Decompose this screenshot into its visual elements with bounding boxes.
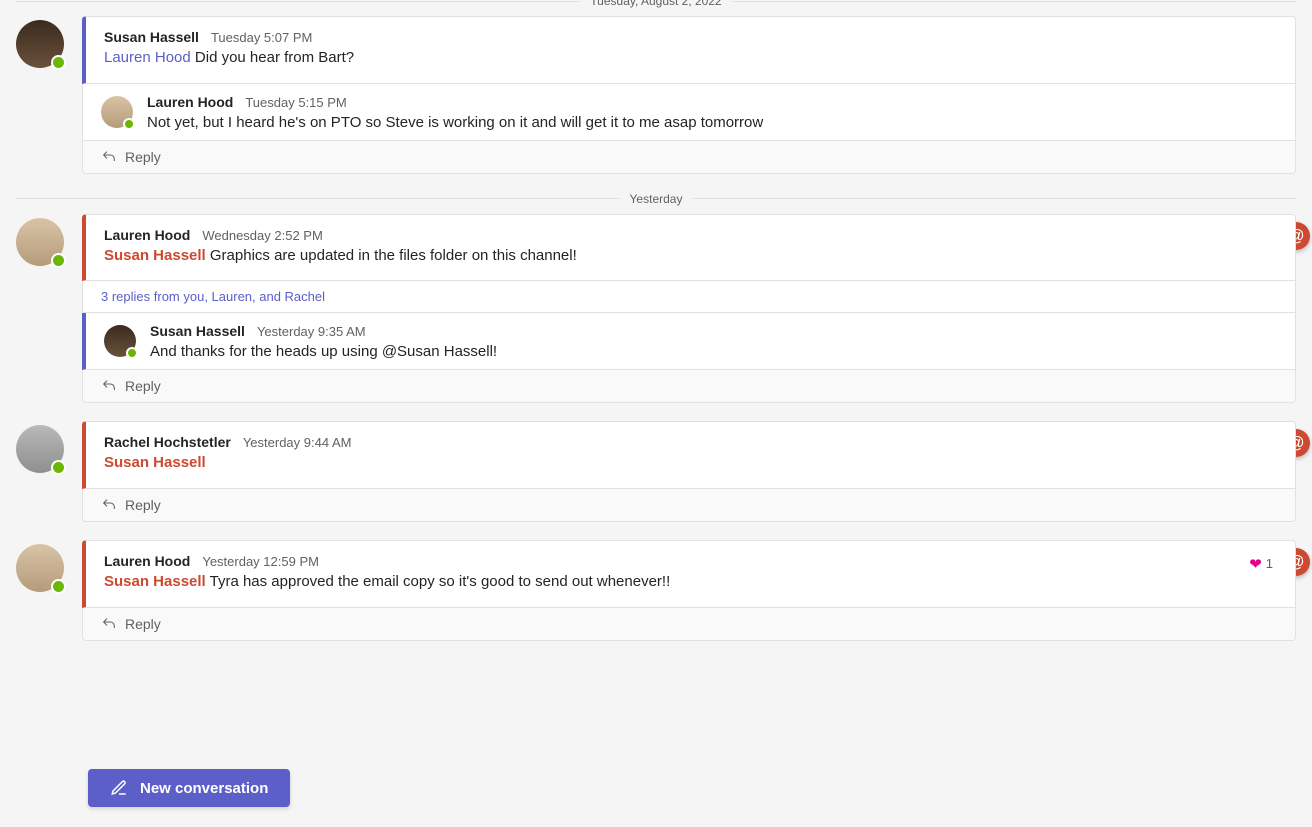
reply-icon [101,616,117,632]
reply-label: Reply [125,497,161,513]
message-feed: Tuesday, August 2, 2022 Susan Hassell Tu… [0,0,1312,759]
avatar[interactable] [104,325,136,357]
avatar[interactable] [16,218,64,266]
thread-body: @ Lauren Hood Wednesday 2:52 PM Susan Ha… [82,214,1296,404]
timestamp: Tuesday 5:07 PM [211,30,312,45]
thread: Susan Hassell Tuesday 5:07 PM Lauren Hoo… [16,16,1296,174]
thread: @ ❤ 1 Lauren Hood Yesterday 12:59 PM Sus… [16,540,1296,641]
timestamp: Yesterday 9:44 AM [243,435,352,450]
message-text: And thanks for the heads up using @Susan… [150,341,1277,363]
message-header: Rachel Hochstetler Yesterday 9:44 AM [104,434,1277,450]
thread-body: @ Rachel Hochstetler Yesterday 9:44 AM S… [82,421,1296,522]
reply-button[interactable]: Reply [82,141,1296,174]
message-body: Tyra has approved the email copy so it's… [206,573,671,590]
timestamp: Wednesday 2:52 PM [202,228,322,243]
message[interactable]: ❤ 1 Lauren Hood Yesterday 12:59 PM Susan… [82,540,1296,608]
reaction-count: 1 [1266,556,1273,571]
reply-icon [101,497,117,513]
message-body: Did you hear from Bart? [191,49,354,66]
message-header: Susan Hassell Tuesday 5:07 PM [104,29,1277,45]
compose-icon [110,779,128,797]
divider [16,1,580,2]
thread-body: Susan Hassell Tuesday 5:07 PM Lauren Hoo… [82,16,1296,174]
avatar[interactable] [101,96,133,128]
avatar[interactable] [16,544,64,592]
divider [692,198,1296,199]
thread: @ Rachel Hochstetler Yesterday 9:44 AM S… [16,421,1296,522]
message[interactable]: Rachel Hochstetler Yesterday 9:44 AM Sus… [82,421,1296,489]
message[interactable]: Lauren Hood Wednesday 2:52 PM Susan Hass… [82,214,1296,282]
author-name: Susan Hassell [104,29,199,45]
message-header: Susan Hassell Yesterday 9:35 AM [150,323,1277,339]
avatar[interactable] [16,425,64,473]
thread-body: @ ❤ 1 Lauren Hood Yesterday 12:59 PM Sus… [82,540,1296,641]
author-name: Lauren Hood [104,227,190,243]
presence-available-icon [123,118,135,130]
author-name: Susan Hassell [150,323,245,339]
mention[interactable]: Susan Hassell [104,454,206,471]
message-header: Lauren Hood Wednesday 2:52 PM [104,227,1277,243]
timestamp: Tuesday 5:15 PM [245,95,346,110]
nested-reply[interactable]: Susan Hassell Yesterday 9:35 AM And than… [82,313,1296,370]
message-text: Lauren Hood Did you hear from Bart? [104,47,1277,69]
reply-icon [101,149,117,165]
divider [732,1,1296,2]
avatar[interactable] [16,20,64,68]
nested-reply[interactable]: Lauren Hood Tuesday 5:15 PM Not yet, but… [82,84,1296,141]
date-separator: Yesterday [16,192,1296,206]
date-label: Yesterday [620,192,693,206]
reply-button[interactable]: Reply [82,370,1296,403]
reply-label: Reply [125,616,161,632]
heart-icon: ❤ [1249,555,1262,573]
message-header: Lauren Hood Tuesday 5:15 PM [147,94,1277,110]
collapsed-replies-link[interactable]: 3 replies from you, Lauren, and Rachel [82,281,1296,313]
author-name: Rachel Hochstetler [104,434,231,450]
message-text: Not yet, but I heard he's on PTO so Stev… [147,112,1277,134]
message[interactable]: Susan Hassell Tuesday 5:07 PM Lauren Hoo… [82,16,1296,84]
new-conversation-button[interactable]: New conversation [88,769,290,807]
mention[interactable]: Susan Hassell [104,247,206,264]
presence-available-icon [51,253,66,268]
new-conversation-label: New conversation [140,780,268,797]
thread: @ Lauren Hood Wednesday 2:52 PM Susan Ha… [16,214,1296,404]
timestamp: Yesterday 9:35 AM [257,324,366,339]
message-text: Susan Hassell Graphics are updated in th… [104,245,1277,267]
message-body: Graphics are updated in the files folder… [206,247,577,264]
presence-available-icon [51,55,66,70]
presence-available-icon [51,579,66,594]
message-header: Lauren Hood Yesterday 12:59 PM [104,553,1277,569]
reply-icon [101,378,117,394]
author-name: Lauren Hood [104,553,190,569]
divider [16,198,620,199]
message-text: Susan Hassell Tyra has approved the emai… [104,571,1277,593]
timestamp: Yesterday 12:59 PM [202,554,319,569]
reaction[interactable]: ❤ 1 [1249,555,1273,573]
presence-available-icon [51,460,66,475]
message-text: Susan Hassell [104,452,1277,474]
reply-button[interactable]: Reply [82,608,1296,641]
reply-label: Reply [125,378,161,394]
presence-available-icon [126,347,138,359]
reply-label: Reply [125,149,161,165]
mention[interactable]: Lauren Hood [104,49,191,66]
author-name: Lauren Hood [147,94,233,110]
reply-button[interactable]: Reply [82,489,1296,522]
mention[interactable]: Susan Hassell [104,573,206,590]
date-label: Tuesday, August 2, 2022 [580,0,731,8]
date-separator: Tuesday, August 2, 2022 [16,0,1296,8]
